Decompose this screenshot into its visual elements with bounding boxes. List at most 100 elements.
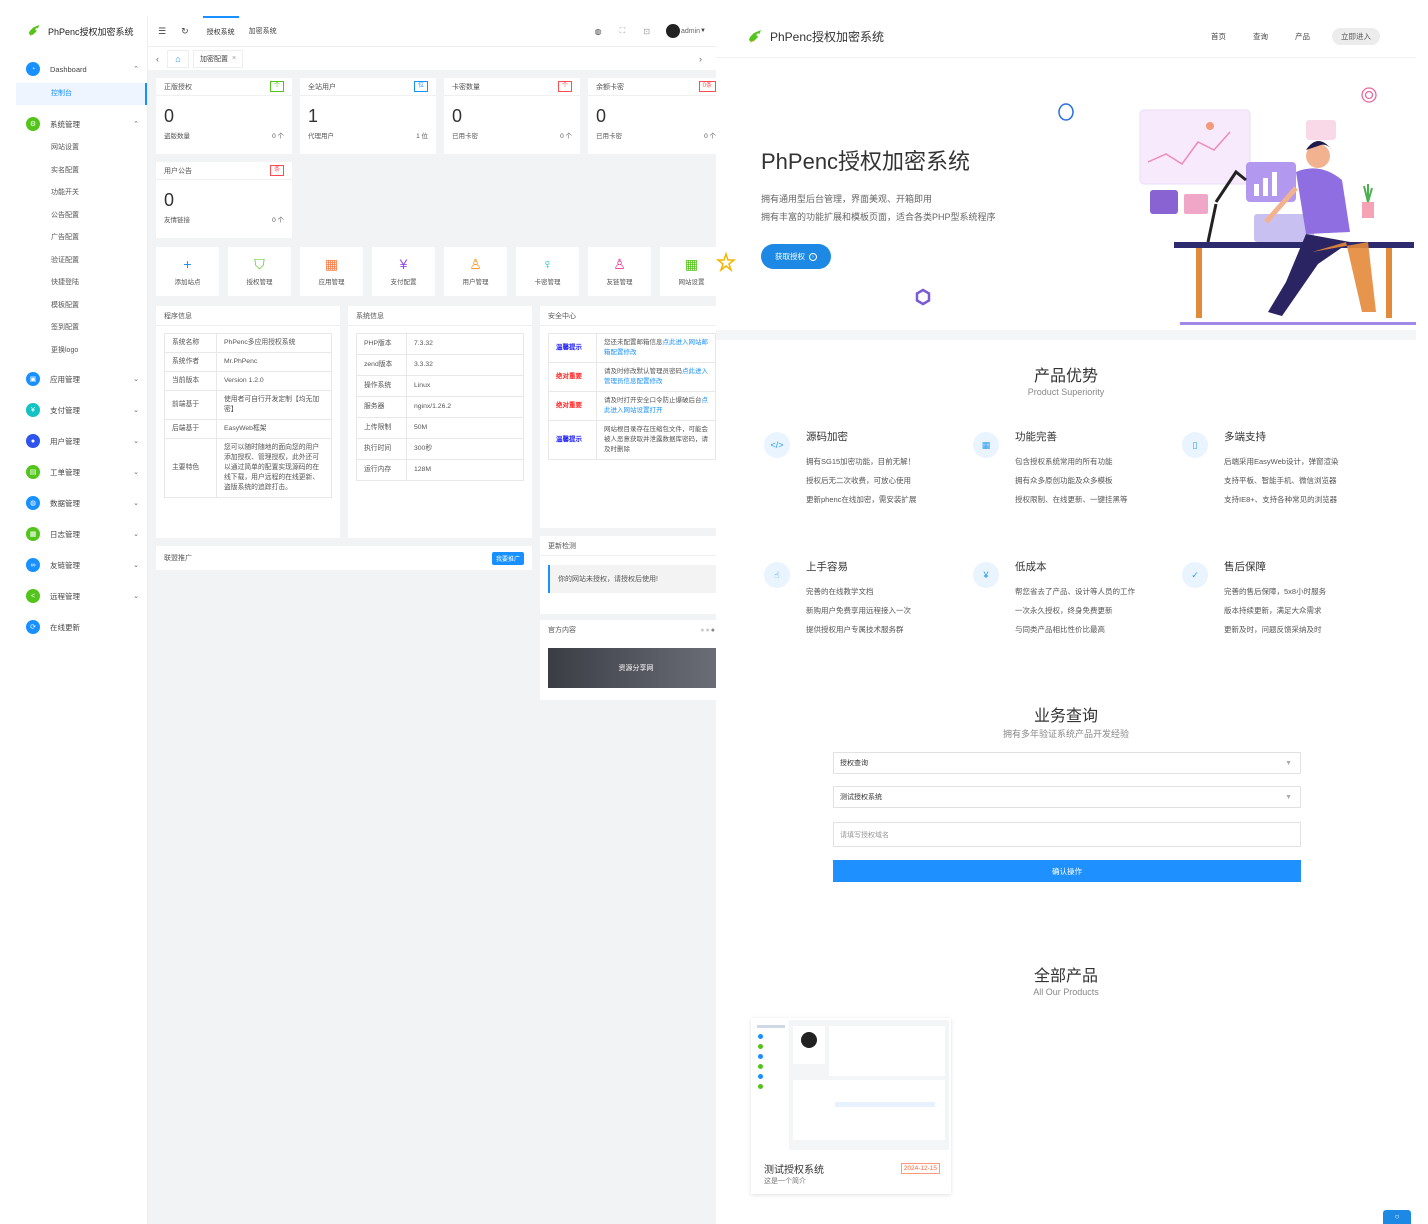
admin-username[interactable]: admin (681, 28, 700, 35)
carousel-dots[interactable]: ●●● (700, 627, 716, 634)
menu-fold-icon[interactable]: ☰ (158, 26, 166, 37)
stat-foot-label: 友情链接 (164, 217, 190, 224)
menu-label: 远程管理 (50, 591, 80, 601)
hero-line2: 拥有丰富的功能扩展和模板页面，适合各类PHP型系统程序 (761, 212, 996, 222)
chat-float-button[interactable]: ○ (1383, 1210, 1411, 1224)
admin-sidebar: PhPenc授权加密系统 ◔ Dashboard ⌃ 控制台 ⚙ 系统管理 ⌃ 网站设置 实名配… (16, 16, 148, 1224)
menu-group-2[interactable]: ▣ 应用管理 ⌄ (16, 366, 147, 392)
submenu: 网站设置 实名配置 功能开关 公告配置 广告配置 验证配置 快捷登陆 模板配置 签到配置 更换lo… (16, 137, 147, 362)
arrow-circle-icon: › (809, 252, 817, 261)
quick-link[interactable]: ♙ 友链管理 (588, 247, 651, 296)
chevron-down-icon[interactable]: ▼ (700, 28, 706, 34)
topnav-auth[interactable]: 授权系统 (202, 16, 239, 46)
menu-group-0[interactable]: ◔ Dashboard ⌃ (16, 56, 147, 82)
topnav-encrypt[interactable]: 加密系统 (249, 26, 277, 36)
submenu-item[interactable]: 公告配置 (16, 205, 147, 228)
submenu-item[interactable]: 签到配置 (16, 317, 147, 340)
close-icon[interactable]: × (232, 55, 236, 62)
table-row: 当前版本 Version 1.2.0 (164, 371, 332, 391)
product-thumbnail[interactable] (753, 1020, 949, 1150)
theme-icon[interactable]: ◍ (595, 27, 602, 36)
submenu-item[interactable]: 网站设置 (16, 137, 147, 160)
confirm-button[interactable]: 确认操作 (833, 860, 1301, 882)
info-value: 300秒 (406, 438, 524, 460)
submenu-item[interactable]: 广告配置 (16, 227, 147, 250)
nav-link[interactable]: 首页 (1211, 31, 1226, 42)
menu-group-3[interactable]: ¥ 支付管理 ⌄ (16, 397, 147, 423)
submenu-item[interactable]: 快捷登陆 (16, 272, 147, 295)
menu-group-10[interactable]: ⟳ 在线更新 (16, 614, 147, 640)
products-subtitle: All Our Products (1033, 987, 1099, 997)
submenu-item[interactable]: 实名配置 (16, 160, 147, 183)
info-value: Version 1.2.0 (216, 371, 332, 391)
domain-placeholder: 请填写授权域名 (840, 831, 889, 839)
fullscreen-icon[interactable]: ⛶ (620, 26, 626, 36)
quick-link[interactable]: ⛉ 授权管理 (228, 247, 291, 296)
stat-foot-value: 0 个 (560, 133, 572, 140)
submenu-item[interactable]: 更换logo (16, 340, 147, 363)
home-tab-icon[interactable]: ⌂ (167, 49, 189, 68)
get-license-button[interactable]: 获取授权 › (761, 244, 831, 269)
promo-title: 联盟推广 (164, 555, 192, 562)
info-key: 前端基于 (164, 390, 217, 420)
key-icon: ♀ (542, 256, 553, 272)
nav-link[interactable]: 查询 (1253, 31, 1268, 42)
submenu-item[interactable]: 控制台 (16, 83, 147, 105)
chevron-down-icon: ▼ (1285, 759, 1292, 767)
menu-group-8[interactable]: ∞ 友链管理 ⌄ (16, 552, 147, 578)
quick-link-label: 网站设置 (678, 279, 705, 286)
refresh-icon[interactable]: ↻ (181, 26, 189, 37)
app-icon: ▣ (26, 372, 40, 386)
submenu-item[interactable]: 模板配置 (16, 295, 147, 318)
promo-button[interactable]: 我要推广 (491, 551, 524, 565)
menu-group-4[interactable]: ● 用户管理 ⌄ (16, 428, 147, 454)
avatar[interactable] (665, 24, 680, 38)
nav-link[interactable]: 产品 (1295, 31, 1310, 42)
menu-group-6[interactable]: ◍ 数据管理 ⌄ (16, 490, 147, 516)
stat-foot-value: 0 个 (704, 133, 716, 140)
feature-line: 支持平板、智能手机、微信浏览器 (1224, 476, 1337, 485)
menu-group-5[interactable]: ▤ 工单管理 ⌄ (16, 459, 147, 485)
submenu-item[interactable]: 功能开关 (16, 182, 147, 205)
product-name[interactable]: 测试授权系统 (764, 1161, 824, 1176)
table-row: 执行时间 300秒 (356, 438, 524, 460)
admin-topbar: ☰ ↻ 授权系统 加密系统 ◍ ⛶ ⊡ admin ▼ (148, 16, 716, 46)
tab-next-icon[interactable]: › (699, 54, 702, 64)
landing-brand[interactable]: PhPenc授权加密系统 (770, 28, 884, 45)
submenu: 控制台 (16, 83, 147, 105)
stat-title: 卡密数量 (452, 83, 480, 91)
system-info-card: 系统信息 PHP版本 7.3.32 zend版本 3.3.32 操作系统 Linux 服务器… (348, 306, 532, 538)
info-key: 主要特色 (164, 438, 217, 498)
domain-input[interactable]: 请填写授权域名 (833, 822, 1301, 847)
official-banner[interactable]: 资源分享网 (548, 648, 716, 688)
shield-check-icon: ⛉ (254, 256, 265, 272)
tab-prev-icon[interactable]: ‹ (156, 54, 159, 64)
quick-link[interactable]: ♙ 用户管理 (444, 247, 507, 296)
enter-button[interactable]: 立即进入 (1332, 28, 1380, 45)
query-title: 业务查询 (1033, 708, 1098, 725)
menu-group-9[interactable]: < 远程管理 ⌄ (16, 583, 147, 609)
query-type-select[interactable]: 授权查询 ▼ (833, 752, 1301, 774)
info-value: Linux (406, 375, 524, 397)
menu-group-1[interactable]: ⚙ 系统管理 ⌃ (16, 111, 147, 137)
system-select[interactable]: 测试授权系统 ▼ (833, 786, 1301, 808)
quick-link[interactable]: ▦ 网站设置 (660, 247, 716, 296)
hero-illustration (1139, 109, 1416, 325)
product-card[interactable]: 测试授权系统 2024-12-15 这是一个简介 (751, 1018, 951, 1194)
quick-link[interactable]: + 添加站点 (156, 247, 219, 296)
stat-card: 卡密数量 个 0 已用卡密 0 个 (444, 78, 580, 154)
apps-icon: ▦ (324, 256, 339, 272)
lock-icon[interactable]: ⊡ (643, 27, 650, 36)
plus-icon: + (183, 256, 192, 272)
stat-foot-value: 1 位 (416, 133, 428, 140)
menu-label: 系统管理 (50, 119, 80, 129)
tab-encrypt-config[interactable]: 加密配置 × (193, 49, 244, 68)
quick-link[interactable]: ♀ 卡密管理 (516, 247, 579, 296)
submenu-item[interactable]: 验证配置 (16, 250, 147, 273)
quick-link[interactable]: ¥ 支付配置 (372, 247, 435, 296)
security-text: 请及时修改默认管理员密码 (604, 368, 682, 375)
quick-link[interactable]: ▦ 应用管理 (300, 247, 363, 296)
feature-title: 多端支持 (1224, 431, 1266, 443)
menu-group-7[interactable]: ▦ 日志管理 ⌄ (16, 521, 147, 547)
admin-logo[interactable]: PhPenc授权加密系统 (16, 16, 147, 46)
